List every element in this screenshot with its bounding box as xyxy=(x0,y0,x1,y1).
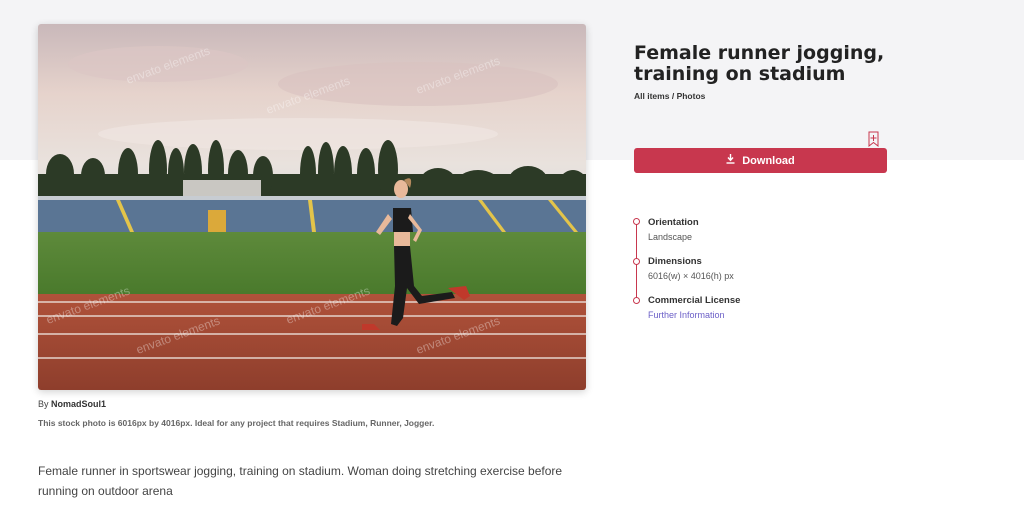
download-button[interactable]: Download xyxy=(634,148,887,173)
breadcrumb-photos[interactable]: Photos xyxy=(677,91,706,101)
dimensions-value: 6016(w) × 4016(h) px xyxy=(648,271,734,281)
license-further-information-link[interactable]: Further Information xyxy=(648,310,740,320)
detail-dimensions: Dimensions 6016(w) × 4016(h) px xyxy=(648,256,734,281)
orientation-label: Orientation xyxy=(648,217,699,228)
stock-photo-image: envato elements envato elements envato e… xyxy=(38,24,586,390)
byline-prefix: By xyxy=(38,399,49,409)
breadcrumb-all-items[interactable]: All items xyxy=(634,91,669,101)
breadcrumb-separator: / xyxy=(671,91,675,101)
page-title: Female runner jogging, training on stadi… xyxy=(634,42,885,85)
license-label: Commercial License xyxy=(648,295,741,306)
orientation-value: Landscape xyxy=(648,232,693,242)
details-list: Orientation Landscape Dimensions 6016(w)… xyxy=(633,214,934,334)
stock-photo[interactable]: envato elements envato elements envato e… xyxy=(38,24,586,390)
download-icon xyxy=(726,154,735,167)
download-label: Download xyxy=(742,154,795,167)
dimensions-label: Dimensions xyxy=(648,256,702,267)
bookmark-add-icon[interactable] xyxy=(868,131,879,148)
author-byline: By NomadSoul1 xyxy=(38,399,106,409)
timeline-dot xyxy=(633,218,640,225)
detail-orientation: Orientation Landscape xyxy=(648,217,699,242)
timeline-dot xyxy=(633,258,640,265)
breadcrumb: All items / Photos xyxy=(634,91,705,101)
photo-description: Female runner in sportswear jogging, tra… xyxy=(38,464,563,498)
timeline-dot xyxy=(633,297,640,304)
photo-caption: This stock photo is 6016px by 4016px. Id… xyxy=(38,418,435,428)
author-name[interactable]: NomadSoul1 xyxy=(51,399,106,409)
detail-license: Commercial License Further Information xyxy=(648,295,740,320)
